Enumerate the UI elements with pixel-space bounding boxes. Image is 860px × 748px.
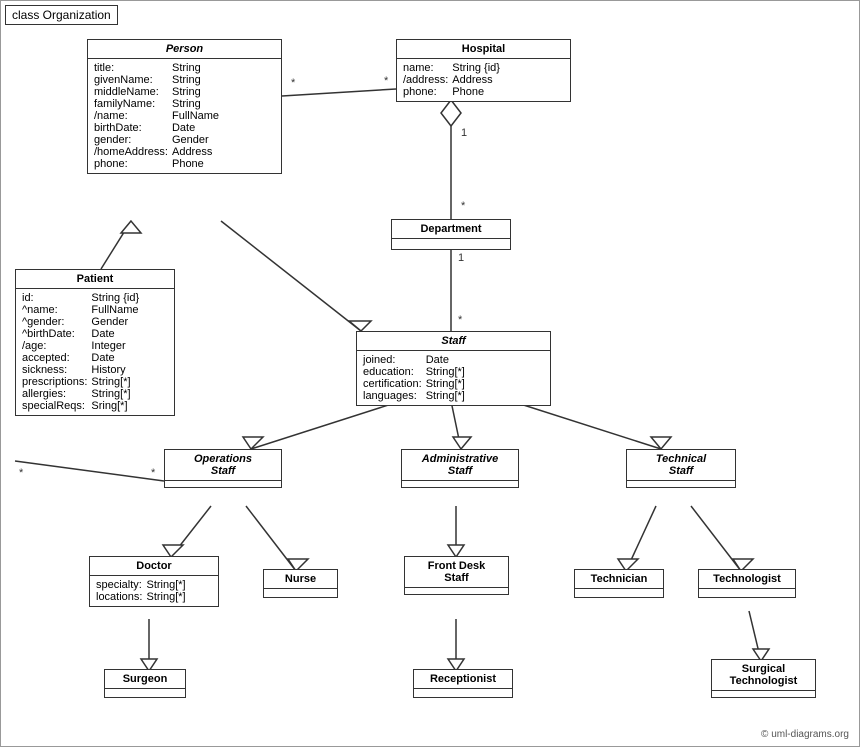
front-desk-staff-header: Front DeskStaff	[405, 557, 508, 588]
nurse-class: Nurse	[263, 569, 338, 598]
person-body: title:String givenName:String middleName…	[88, 59, 281, 173]
receptionist-header: Receptionist	[414, 670, 512, 689]
receptionist-class: Receptionist	[413, 669, 513, 698]
operations-staff-class: OperationsStaff	[164, 449, 282, 488]
hospital-class: Hospital name:String {id} /address:Addre…	[396, 39, 571, 102]
technologist-class: Technologist	[698, 569, 796, 598]
svg-text:1: 1	[461, 127, 467, 139]
staff-header: Staff	[357, 332, 550, 351]
svg-text:*: *	[151, 467, 156, 479]
technical-staff-header: TechnicalStaff	[627, 450, 735, 481]
technician-header: Technician	[575, 570, 663, 589]
patient-body: id:String {id} ^name:FullName ^gender:Ge…	[16, 289, 174, 415]
receptionist-body	[414, 689, 512, 697]
technical-staff-body	[627, 481, 735, 487]
svg-text:*: *	[461, 200, 466, 212]
administrative-staff-header: AdministrativeStaff	[402, 450, 518, 481]
svg-text:1: 1	[458, 252, 464, 264]
department-class: Department	[391, 219, 511, 250]
patient-header: Patient	[16, 270, 174, 289]
technologist-header: Technologist	[699, 570, 795, 589]
operations-staff-body	[165, 481, 281, 487]
technician-class: Technician	[574, 569, 664, 598]
person-class: Person title:String givenName:String mid…	[87, 39, 282, 174]
doctor-class: Doctor specialty:String[*] locations:Str…	[89, 556, 219, 607]
doctor-body: specialty:String[*] locations:String[*]	[90, 576, 218, 606]
department-body	[392, 239, 510, 249]
surgeon-body	[105, 689, 185, 697]
technologist-body	[699, 589, 795, 597]
administrative-staff-body	[402, 481, 518, 487]
operations-staff-header: OperationsStaff	[165, 450, 281, 481]
copyright: © uml-diagrams.org	[761, 729, 849, 740]
patient-class: Patient id:String {id} ^name:FullName ^g…	[15, 269, 175, 416]
diagram-container: class Organization * * 1 * 1 *	[0, 0, 860, 747]
svg-text:*: *	[19, 467, 24, 479]
svg-text:*: *	[291, 77, 296, 89]
surgeon-class: Surgeon	[104, 669, 186, 698]
surgical-technologist-body	[712, 691, 815, 697]
person-header: Person	[88, 40, 281, 59]
front-desk-staff-class: Front DeskStaff	[404, 556, 509, 595]
svg-text:*: *	[458, 314, 463, 326]
diagram-title: class Organization	[5, 5, 118, 25]
doctor-header: Doctor	[90, 557, 218, 576]
administrative-staff-class: AdministrativeStaff	[401, 449, 519, 488]
front-desk-staff-body	[405, 588, 508, 594]
staff-body: joined:Date education:String[*] certific…	[357, 351, 550, 405]
nurse-body	[264, 589, 337, 597]
surgeon-header: Surgeon	[105, 670, 185, 689]
technical-staff-class: TechnicalStaff	[626, 449, 736, 488]
hospital-header: Hospital	[397, 40, 570, 59]
hospital-body: name:String {id} /address:Address phone:…	[397, 59, 570, 101]
surgical-technologist-class: SurgicalTechnologist	[711, 659, 816, 698]
svg-text:*: *	[384, 75, 389, 87]
surgical-technologist-header: SurgicalTechnologist	[712, 660, 815, 691]
technician-body	[575, 589, 663, 597]
staff-class: Staff joined:Date education:String[*] ce…	[356, 331, 551, 406]
nurse-header: Nurse	[264, 570, 337, 589]
department-header: Department	[392, 220, 510, 239]
